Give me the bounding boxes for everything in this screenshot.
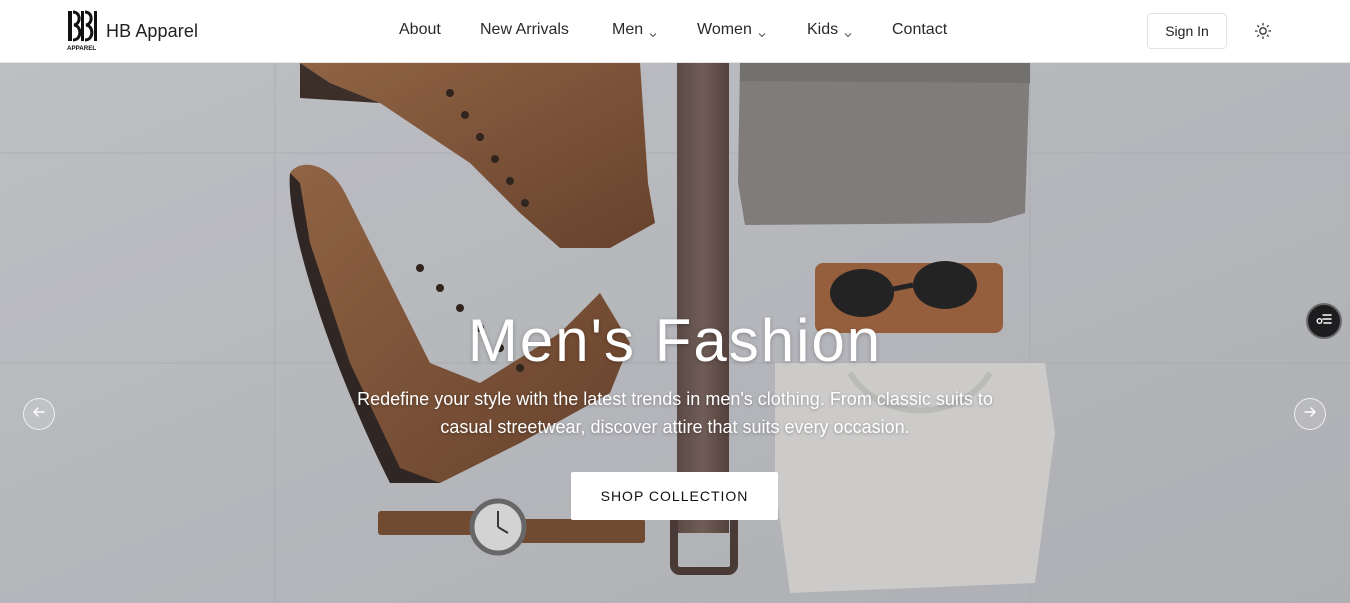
chevron-down-icon: [649, 26, 657, 38]
shop-collection-button[interactable]: SHOP COLLECTION: [571, 472, 778, 520]
arrow-left-icon: [32, 405, 46, 424]
nav-item-label: About: [399, 21, 441, 38]
carousel-next-button[interactable]: [1294, 398, 1326, 430]
arrow-right-icon: [1303, 405, 1317, 424]
settings-list-icon: [1315, 310, 1333, 333]
hero-carousel: Men's Fashion Redefine your style with t…: [0, 63, 1350, 603]
nav-item-label: New Arrivals: [480, 21, 569, 38]
nav-item-women[interactable]: Women: [697, 21, 766, 39]
nav-item-contact[interactable]: Contact: [892, 21, 947, 39]
nav-item-new-arrivals[interactable]: New Arrivals: [480, 21, 569, 39]
sun-icon[interactable]: [1254, 22, 1272, 40]
sign-in-button[interactable]: Sign In: [1147, 13, 1227, 49]
hero-title: Men's Fashion: [467, 307, 883, 374]
nav-item-label: Kids: [807, 21, 839, 38]
carousel-prev-button[interactable]: [23, 398, 55, 430]
hero-description: Redefine your style with the latest tren…: [357, 389, 993, 437]
floating-settings-button[interactable]: [1306, 303, 1342, 339]
nav-item-label: Contact: [892, 21, 948, 38]
chevron-down-icon: [844, 26, 852, 38]
nav-item-label: Men: [612, 21, 644, 38]
nav-item-men[interactable]: Men: [612, 21, 657, 39]
nav-item-kids[interactable]: Kids: [807, 21, 852, 39]
site-header: APPAREL HB Apparel About New Arrivals Me…: [0, 0, 1350, 63]
nav-item-about[interactable]: About: [399, 21, 441, 39]
nav-item-label: Women: [697, 21, 752, 38]
chevron-down-icon: [758, 26, 766, 38]
